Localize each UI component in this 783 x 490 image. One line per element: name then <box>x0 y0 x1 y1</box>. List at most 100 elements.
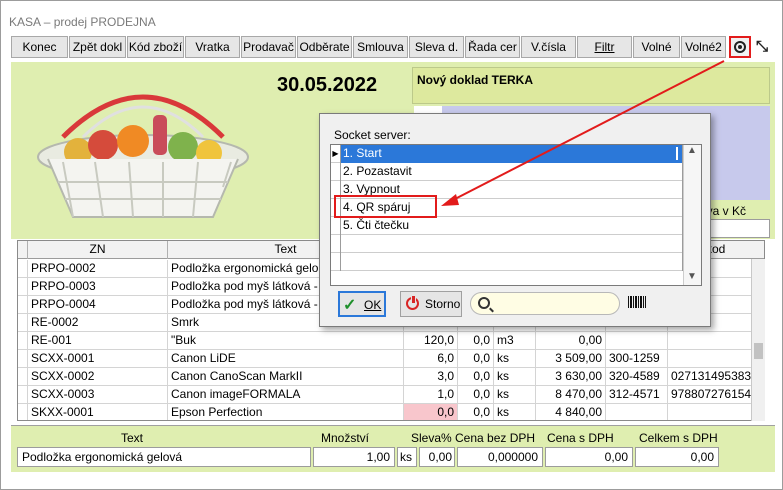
document-label: Nový doklad TERKA <box>417 73 534 87</box>
annotation-highlight-box <box>334 195 437 218</box>
cell-unit: ks <box>494 404 536 420</box>
list-item-label <box>341 235 683 253</box>
konec-button[interactable]: Konec <box>11 36 68 58</box>
cell-text: Epson Perfection <box>168 404 404 420</box>
list-item-empty <box>331 253 683 271</box>
detail-discount-field[interactable]: 0,00 <box>419 447 455 467</box>
row-indicator <box>18 314 28 332</box>
detail-price-gross-field[interactable]: 0,00 <box>545 447 633 467</box>
socket-command-item[interactable]: 2. Pozastavit <box>331 163 683 181</box>
detail-discount-header: Sleva% <box>411 431 452 445</box>
prodavac-button[interactable]: Prodavač <box>241 36 296 58</box>
v-cisla-button[interactable]: V.čísla <box>521 36 576 58</box>
cell-qty: 120,0 <box>404 332 458 350</box>
zpet-dokl-button[interactable]: Zpět dokl <box>69 36 126 58</box>
cell-qty: 1,0 <box>404 386 458 404</box>
row-indicator <box>18 260 28 278</box>
volne-button[interactable]: Volné <box>633 36 680 58</box>
cell-zn: PRPO-0002 <box>28 260 168 278</box>
table-row[interactable]: RE-001 "Buk 120,0 0,0 m3 0,00 <box>18 332 764 350</box>
sleva-d-button[interactable]: Sleva d. <box>409 36 464 58</box>
detail-total-header: Celkem s DPH <box>639 431 718 445</box>
table-row[interactable]: SKXX-0001 Epson Perfection 0,0 0,0 ks 4 840,0… <box>18 404 764 420</box>
table-row[interactable]: SCXX-0003 Canon imageFORMALA 1,0 0,0 ks 8 470… <box>18 386 764 404</box>
detail-price-gross-header: Cena s DPH <box>547 431 614 445</box>
socket-server-button[interactable] <box>729 36 751 58</box>
cell-text: "Buk <box>168 332 404 350</box>
search-input[interactable] <box>497 295 613 312</box>
toolbar: Konec Zpět dokl Kód zboží Vratka Prodava… <box>11 36 775 58</box>
storno-button[interactable]: Storno <box>400 291 462 317</box>
grid-scrollbar[interactable] <box>751 259 765 421</box>
list-item-label: 5. Čti čtečku <box>341 217 683 235</box>
ok-button[interactable]: ✓ OK <box>338 291 386 317</box>
cell-price: 4 840,00 <box>536 404 606 420</box>
socket-command-item[interactable]: 5. Čti čtečku <box>331 217 683 235</box>
chevron-up-icon[interactable]: ▲ <box>687 145 697 156</box>
socket-command-item[interactable]: ▶ 1. Start <box>331 145 683 163</box>
scroll-thumb[interactable] <box>754 343 763 359</box>
list-item-empty <box>331 235 683 253</box>
document-date: 30.05.2022 <box>277 74 378 96</box>
cell-zn: PRPO-0003 <box>28 278 168 296</box>
cell-zn: PRPO-0004 <box>28 296 168 314</box>
cell-zn: SKXX-0001 <box>28 404 168 420</box>
cell-price: 0,00 <box>536 332 606 350</box>
odberatel-button[interactable]: Odběrate <box>297 36 352 58</box>
row-indicator <box>18 404 28 420</box>
rada-cen-button[interactable]: Řada cer <box>465 36 520 58</box>
power-icon <box>406 295 419 310</box>
expand-icon[interactable]: ⤡ <box>756 38 768 55</box>
volne2-button[interactable]: Volné2 <box>681 36 726 58</box>
cell-zn: SCXX-0001 <box>28 350 168 368</box>
row-indicator: ▶ <box>331 145 341 163</box>
check-icon: ✓ <box>343 297 357 314</box>
cell-unit: ks <box>494 368 536 386</box>
cell-sleva: 0,0 <box>458 386 494 404</box>
cell-zn: RE-0002 <box>28 314 168 332</box>
row-indicator <box>331 163 341 181</box>
row-indicator <box>18 278 28 296</box>
detail-price-net-header: Cena bez DPH <box>455 431 536 445</box>
detail-unit-field: ks <box>397 447 417 467</box>
detail-price-net-field[interactable]: 0,000000 <box>457 447 543 467</box>
detail-text-field[interactable]: Podložka ergonomická gelová <box>17 447 311 467</box>
row-indicator <box>18 386 28 404</box>
cell-code1 <box>606 332 668 350</box>
cell-qty: 6,0 <box>404 350 458 368</box>
cell-zn: RE-001 <box>28 332 168 350</box>
list-item-label <box>341 253 683 271</box>
row-indicator <box>18 332 28 350</box>
cell-code1 <box>606 404 668 420</box>
cell-qty: 3,0 <box>404 368 458 386</box>
table-row[interactable]: SCXX-0001 Canon LiDE 6,0 0,0 ks 3 509,00 300-1… <box>18 350 764 368</box>
cell-text: Canon CanoScan MarkII <box>168 368 404 386</box>
table-row[interactable]: SCXX-0002 Canon CanoScan MarkII 3,0 0,0 ks 3 … <box>18 368 764 386</box>
cell-sleva: 0,0 <box>458 332 494 350</box>
search-icon <box>478 297 490 309</box>
detail-total-field: 0,00 <box>635 447 719 467</box>
cell-price: 3 630,00 <box>536 368 606 386</box>
filtr-button[interactable]: Filtr <box>577 36 632 58</box>
cell-text: Canon LiDE <box>168 350 404 368</box>
cell-code1: 300-1259 <box>606 350 668 368</box>
kod-zbozi-button[interactable]: Kód zboží <box>127 36 184 58</box>
row-indicator <box>331 253 341 271</box>
cell-unit: ks <box>494 350 536 368</box>
col-zn[interactable]: ZN <box>28 241 168 259</box>
vratka-button[interactable]: Vratka <box>185 36 240 58</box>
row-indicator <box>331 235 341 253</box>
detail-qty-field[interactable]: 1,00 <box>313 447 395 467</box>
detail-qty-header: Množství <box>321 431 370 445</box>
detail-text-header: Text <box>121 431 144 445</box>
row-indicator <box>18 296 28 314</box>
chevron-down-icon[interactable]: ▼ <box>687 271 697 282</box>
cell-sleva: 0,0 <box>458 350 494 368</box>
cell-code1: 312-4571 <box>606 386 668 404</box>
cell-sleva: 0,0 <box>458 368 494 386</box>
smlouva-button[interactable]: Smlouva <box>353 36 408 58</box>
search-box[interactable] <box>470 292 620 315</box>
list-scrollbar[interactable]: ▲ ▼ <box>683 145 701 285</box>
cell-price: 3 509,00 <box>536 350 606 368</box>
barcode-icon[interactable] <box>628 296 646 308</box>
